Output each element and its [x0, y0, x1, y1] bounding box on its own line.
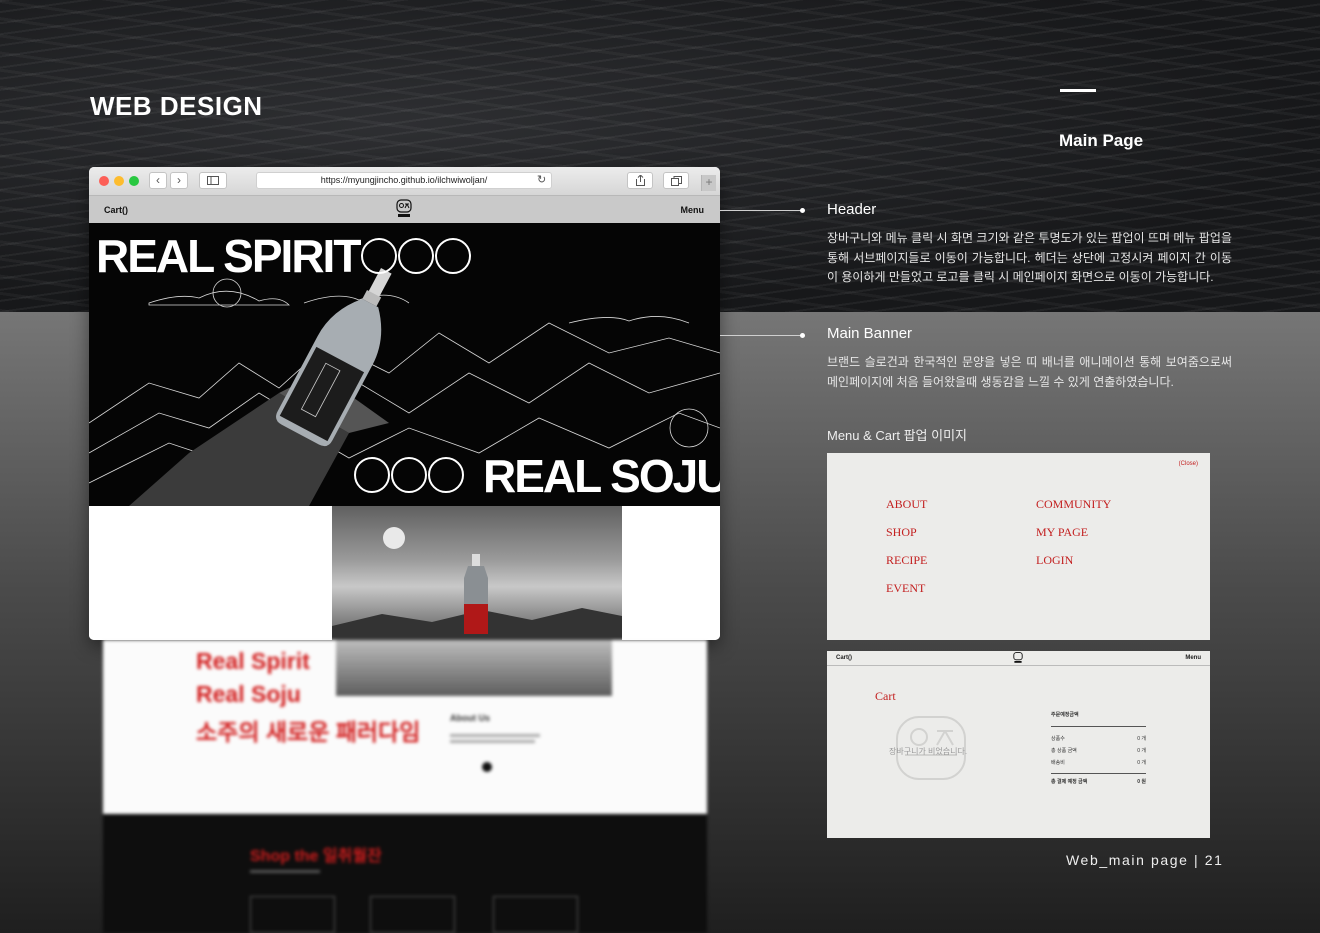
summary-row: 상품수 0 개 [1051, 736, 1146, 742]
page-heading: WEB DESIGN [90, 91, 263, 121]
header-bullet [800, 208, 805, 213]
header-annotation-title: Header [827, 201, 877, 218]
menu-link[interactable]: Menu [681, 205, 705, 215]
menu-link[interactable]: Menu [1185, 655, 1201, 661]
summary-row: 배송비 0 개 [1051, 760, 1146, 766]
product-photo [332, 506, 622, 640]
mountain-photo [336, 640, 612, 696]
order-summary: 주문예정금액 상품수 0 개 총 상품 금액 0 개 배송비 0 개 총 결제 예정 … [1051, 711, 1146, 785]
slogan-line-2: Real Soju [196, 681, 301, 707]
menu-item-community[interactable]: COMMUNITY [1036, 497, 1111, 512]
popup-caption: Menu & Cart 팝업 이미지 [827, 428, 967, 443]
menu-popup: (Close) ABOUT SHOP RECIPE EVENT COMMUNIT… [827, 453, 1210, 640]
summary-title: 주문예정금액 [1051, 711, 1146, 727]
cart-empty-message: 장바구니가 비었습니다. [889, 747, 968, 756]
url-bar[interactable]: https://myungjincho.github.io/ilchwiwolj… [256, 172, 552, 189]
slogan-line-1: Real Spirit [196, 648, 310, 674]
url-text: https://myungjincho.github.io/ilchwiwolj… [320, 175, 488, 185]
menu-item-shop[interactable]: SHOP [886, 525, 917, 540]
slogan-line-3: 소주의 새로운 패러다임 [196, 719, 421, 745]
brand-logo-icon[interactable] [1012, 652, 1024, 664]
shop-section: Shop the 일취월잔 [103, 814, 707, 933]
forward-arrow-icon[interactable]: › [170, 172, 188, 189]
reload-icon[interactable]: ↻ [537, 173, 546, 186]
menu-item-event[interactable]: EVENT [886, 581, 925, 596]
banner-connector-line [720, 335, 802, 336]
banner-title-bottom: REAL SOJU [483, 450, 720, 502]
cart-link[interactable]: Cart() [836, 655, 852, 661]
site-header: Cart() Menu [89, 196, 720, 223]
cart-popup: Cart() Menu Cart 장바구니가 비었습니다. 주문예정금액 상품수… [827, 651, 1210, 838]
cart-link[interactable]: Cart() [104, 205, 128, 215]
banner-title-top: REAL SPIRIT [96, 230, 361, 282]
tabs-icon[interactable] [663, 172, 689, 189]
product-card[interactable] [493, 896, 578, 933]
header-connector-line [720, 210, 802, 211]
close-button[interactable]: (Close) [1179, 461, 1198, 467]
minimize-dot-icon[interactable] [114, 176, 124, 186]
sidebar-icon[interactable] [199, 172, 227, 189]
close-dot-icon[interactable] [99, 176, 109, 186]
product-card[interactable] [370, 896, 455, 933]
about-title: About Us [450, 713, 490, 723]
intro-section [89, 506, 720, 640]
learn-more-icon[interactable] [482, 762, 492, 772]
header-annotation-text: 장바구니와 메뉴 클릭 시 화면 크기와 같은 투명도가 있는 팝업이 뜨며 메… [827, 231, 1232, 284]
product-card[interactable] [250, 896, 335, 933]
title-dash [1060, 89, 1096, 92]
brand-logo-icon[interactable] [394, 199, 414, 219]
page-footer: Web_main page | 21 [1066, 852, 1224, 868]
about-section: Real Spirit Real Soju 소주의 새로운 패러다임 About… [103, 640, 707, 814]
menu-item-about[interactable]: ABOUT [886, 497, 927, 512]
main-banner: REAL SPIRIT REAL SOJU [89, 223, 720, 506]
browser-toolbar: ‹ › https://myungjincho.github.io/ilchwi… [89, 167, 720, 196]
back-arrow-icon[interactable]: ‹ [149, 172, 167, 189]
share-icon[interactable] [627, 172, 653, 189]
banner-bullet [800, 333, 805, 338]
page-continuation-preview: Real Spirit Real Soju 소주의 새로운 패러다임 About… [103, 640, 707, 933]
summary-total: 총 결제 예정 금액 0 원 [1051, 773, 1146, 785]
section-title: Main Page [1059, 131, 1144, 150]
menu-item-login[interactable]: LOGIN [1036, 553, 1073, 568]
summary-row: 총 상품 금액 0 개 [1051, 748, 1146, 754]
new-tab-icon[interactable]: + [701, 175, 716, 191]
cart-popup-header: Cart() Menu [827, 651, 1210, 666]
cart-title: Cart [875, 689, 896, 703]
banner-annotation-title: Main Banner [827, 325, 913, 342]
shop-title: Shop the 일취월잔 [250, 848, 382, 865]
maximize-dot-icon[interactable] [129, 176, 139, 186]
menu-item-my-page[interactable]: MY PAGE [1036, 525, 1088, 540]
menu-item-recipe[interactable]: RECIPE [886, 553, 927, 568]
banner-annotation-text: 브랜드 슬로건과 한국적인 문양을 넣은 띠 배너를 애니메이션 통해 보여줌으… [827, 355, 1232, 389]
browser-window: ‹ › https://myungjincho.github.io/ilchwi… [89, 167, 720, 640]
